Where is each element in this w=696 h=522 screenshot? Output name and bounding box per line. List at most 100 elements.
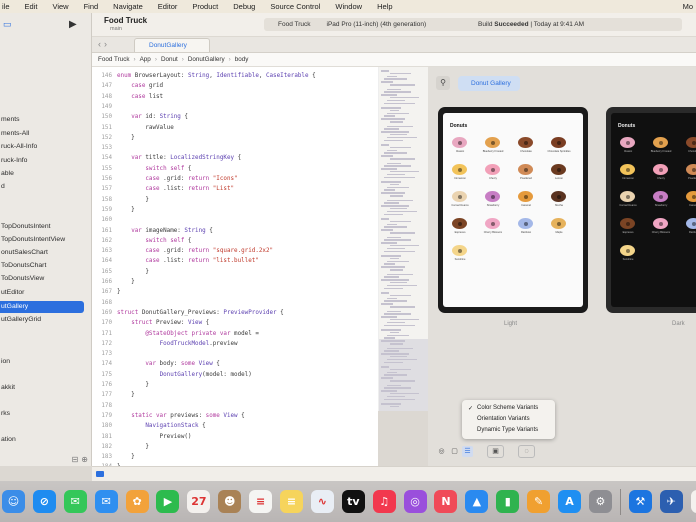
keynote-icon[interactable]: ▲ xyxy=(465,490,489,513)
sidebar-item[interactable]: ion xyxy=(0,356,91,368)
recent-files-icon[interactable]: ⊕ xyxy=(81,455,88,464)
sidebar-item[interactable]: TopDonutsIntentView xyxy=(0,234,91,246)
menu-item-view[interactable]: View xyxy=(52,2,68,11)
folder-icon[interactable]: ▭ xyxy=(3,19,12,30)
sidebar-item[interactable]: rks xyxy=(0,408,91,420)
music-icon[interactable]: ♫ xyxy=(372,490,396,513)
code-line[interactable]: 166 } xyxy=(92,277,378,287)
donut-thumbnail[interactable] xyxy=(518,164,533,175)
sidebar-item[interactable]: ation xyxy=(0,434,91,446)
code-line[interactable]: 168 xyxy=(92,298,378,308)
device-settings-icon[interactable]: ▣ xyxy=(487,445,504,458)
sidebar-item[interactable]: ments-All xyxy=(0,128,91,140)
run-destination-selector[interactable]: iPad Pro (11-inch) (4th generation) xyxy=(323,20,431,29)
variant-option-orientation[interactable]: Orientation Variants xyxy=(477,416,530,422)
sidebar-item[interactable]: akkit xyxy=(0,382,91,394)
appstore-icon[interactable]: A xyxy=(558,490,582,513)
menu-item-help[interactable]: Help xyxy=(377,2,392,11)
selectable-mode-icon[interactable]: ▢ xyxy=(449,446,460,457)
sidebar-item[interactable]: d xyxy=(0,181,91,193)
donut-thumbnail[interactable] xyxy=(620,218,635,229)
donut-thumbnail[interactable] xyxy=(620,245,635,256)
code-line[interactable]: 178 xyxy=(92,401,378,411)
donut-thumbnail[interactable] xyxy=(653,164,668,175)
menu-item-source-control[interactable]: Source Control xyxy=(270,2,320,11)
donut-thumbnail[interactable] xyxy=(686,218,696,229)
finder-icon[interactable]: ☺ xyxy=(2,490,25,513)
pin-icon[interactable]: ⚲ xyxy=(436,76,450,90)
code-line[interactable]: 161 var imageName: String { xyxy=(92,226,378,236)
code-line[interactable]: 179 static var previews: some View { xyxy=(92,411,378,421)
preview-light-device[interactable]: Donuts Classic Blueberry Frosted Chocolate… xyxy=(438,107,588,313)
debug-area-toggle-icon[interactable] xyxy=(96,471,104,477)
donut-thumbnail[interactable] xyxy=(485,191,500,202)
code-line[interactable]: 175 DonutGallery(model: model) xyxy=(92,370,378,380)
sidebar-item[interactable]: ruck-All-Info xyxy=(0,141,91,153)
donut-thumbnail[interactable] xyxy=(518,137,533,148)
code-line[interactable]: 157 case .list: return "List" xyxy=(92,184,378,194)
code-line[interactable]: 153 xyxy=(92,143,378,153)
donut-thumbnail[interactable] xyxy=(485,218,500,229)
donut-thumbnail[interactable] xyxy=(620,137,635,148)
donut-thumbnail[interactable] xyxy=(452,245,467,256)
sidebar-item[interactable]: ToDonutsView xyxy=(0,273,91,285)
code-line[interactable]: 180 NavigationStack { xyxy=(92,421,378,431)
code-line[interactable]: 160 xyxy=(92,215,378,225)
code-line[interactable]: 148 case list xyxy=(92,92,378,102)
code-line[interactable]: 183 } xyxy=(92,452,378,462)
simulator-icon[interactable]: ✈ xyxy=(659,490,683,513)
tab-donut-gallery[interactable]: DonutGallery xyxy=(134,38,210,52)
code-line[interactable]: 169 struct DonutGallery_Previews: Preview… xyxy=(92,308,378,318)
code-line[interactable]: 150 var id: String { xyxy=(92,112,378,122)
sidebar-item[interactable]: ToDonutsChart xyxy=(0,260,91,272)
podcasts-icon[interactable]: ◎ xyxy=(403,490,427,513)
code-editor[interactable]: 146 enum BrowserLayout: String, Identifia… xyxy=(92,67,378,466)
variant-option-dynamic-type[interactable]: Dynamic Type Variants xyxy=(477,427,538,433)
contacts-icon[interactable]: ☻ xyxy=(218,490,242,513)
code-line[interactable]: 173 xyxy=(92,349,378,359)
donut-thumbnail[interactable] xyxy=(452,137,467,148)
code-line[interactable]: 154 var title: LocalizedStringKey { xyxy=(92,153,378,163)
code-line[interactable]: 182 } xyxy=(92,442,378,452)
donut-thumbnail[interactable] xyxy=(485,137,500,148)
menu-item-editor[interactable]: Editor xyxy=(158,2,178,11)
menu-item-window[interactable]: Window xyxy=(335,2,362,11)
code-line[interactable]: 165 } xyxy=(92,267,378,277)
code-line[interactable]: 151 rawValue xyxy=(92,123,378,133)
minimap[interactable] xyxy=(378,67,428,411)
safari-icon[interactable]: ⊘ xyxy=(32,490,56,513)
pages-icon[interactable]: ✎ xyxy=(527,490,551,513)
menu-item-debug[interactable]: Debug xyxy=(233,2,255,11)
code-line[interactable]: 171 @StateObject private var model = xyxy=(92,329,378,339)
donut-thumbnail[interactable] xyxy=(686,191,696,202)
mail-icon[interactable]: ✉ xyxy=(94,490,118,513)
sidebar-item[interactable]: utGalleryGrid xyxy=(0,314,91,326)
code-line[interactable]: 170 struct Preview: View { xyxy=(92,318,378,328)
donut-thumbnail[interactable] xyxy=(452,191,467,202)
code-line[interactable]: 174 var body: some View { xyxy=(92,359,378,369)
news-icon[interactable]: N xyxy=(434,490,458,513)
code-line[interactable]: 156 case .grid: return "Icons" xyxy=(92,174,378,184)
menu-item-edit[interactable]: Edit xyxy=(25,2,38,11)
donut-thumbnail[interactable] xyxy=(686,164,696,175)
donut-thumbnail[interactable] xyxy=(551,137,566,148)
donut-thumbnail[interactable] xyxy=(452,218,467,229)
donut-thumbnail[interactable] xyxy=(551,218,566,229)
sidebar-item[interactable]: ments xyxy=(0,114,91,126)
breadcrumb-item[interactable]: Donut xyxy=(161,56,178,63)
donut-thumbnail[interactable] xyxy=(653,137,668,148)
donut-thumbnail[interactable] xyxy=(620,191,635,202)
sidebar-item[interactable]: utGallery xyxy=(0,301,84,313)
code-line[interactable]: 146 enum BrowserLayout: String, Identifia… xyxy=(92,71,378,81)
run-button[interactable]: ▶ xyxy=(69,19,77,30)
calendar-icon[interactable]: 27 xyxy=(187,490,211,513)
folder-icon[interactable]: ▭ xyxy=(690,490,696,513)
code-line[interactable]: 163 case .grid: return "square.grid.2x2" xyxy=(92,246,378,256)
zoom-icon[interactable]: ◌ xyxy=(518,445,535,458)
notes-icon[interactable]: ≡ xyxy=(280,490,304,513)
preview-dark-device[interactable]: Donuts Classic Blueberry Frosted Chocolate… xyxy=(606,107,696,313)
messages-icon[interactable]: ✉ xyxy=(63,490,87,513)
code-line[interactable]: 172 FoodTruckModel.preview xyxy=(92,339,378,349)
xcode-icon[interactable]: ⚒ xyxy=(628,490,652,513)
appletv-icon[interactable]: tv xyxy=(341,490,365,513)
